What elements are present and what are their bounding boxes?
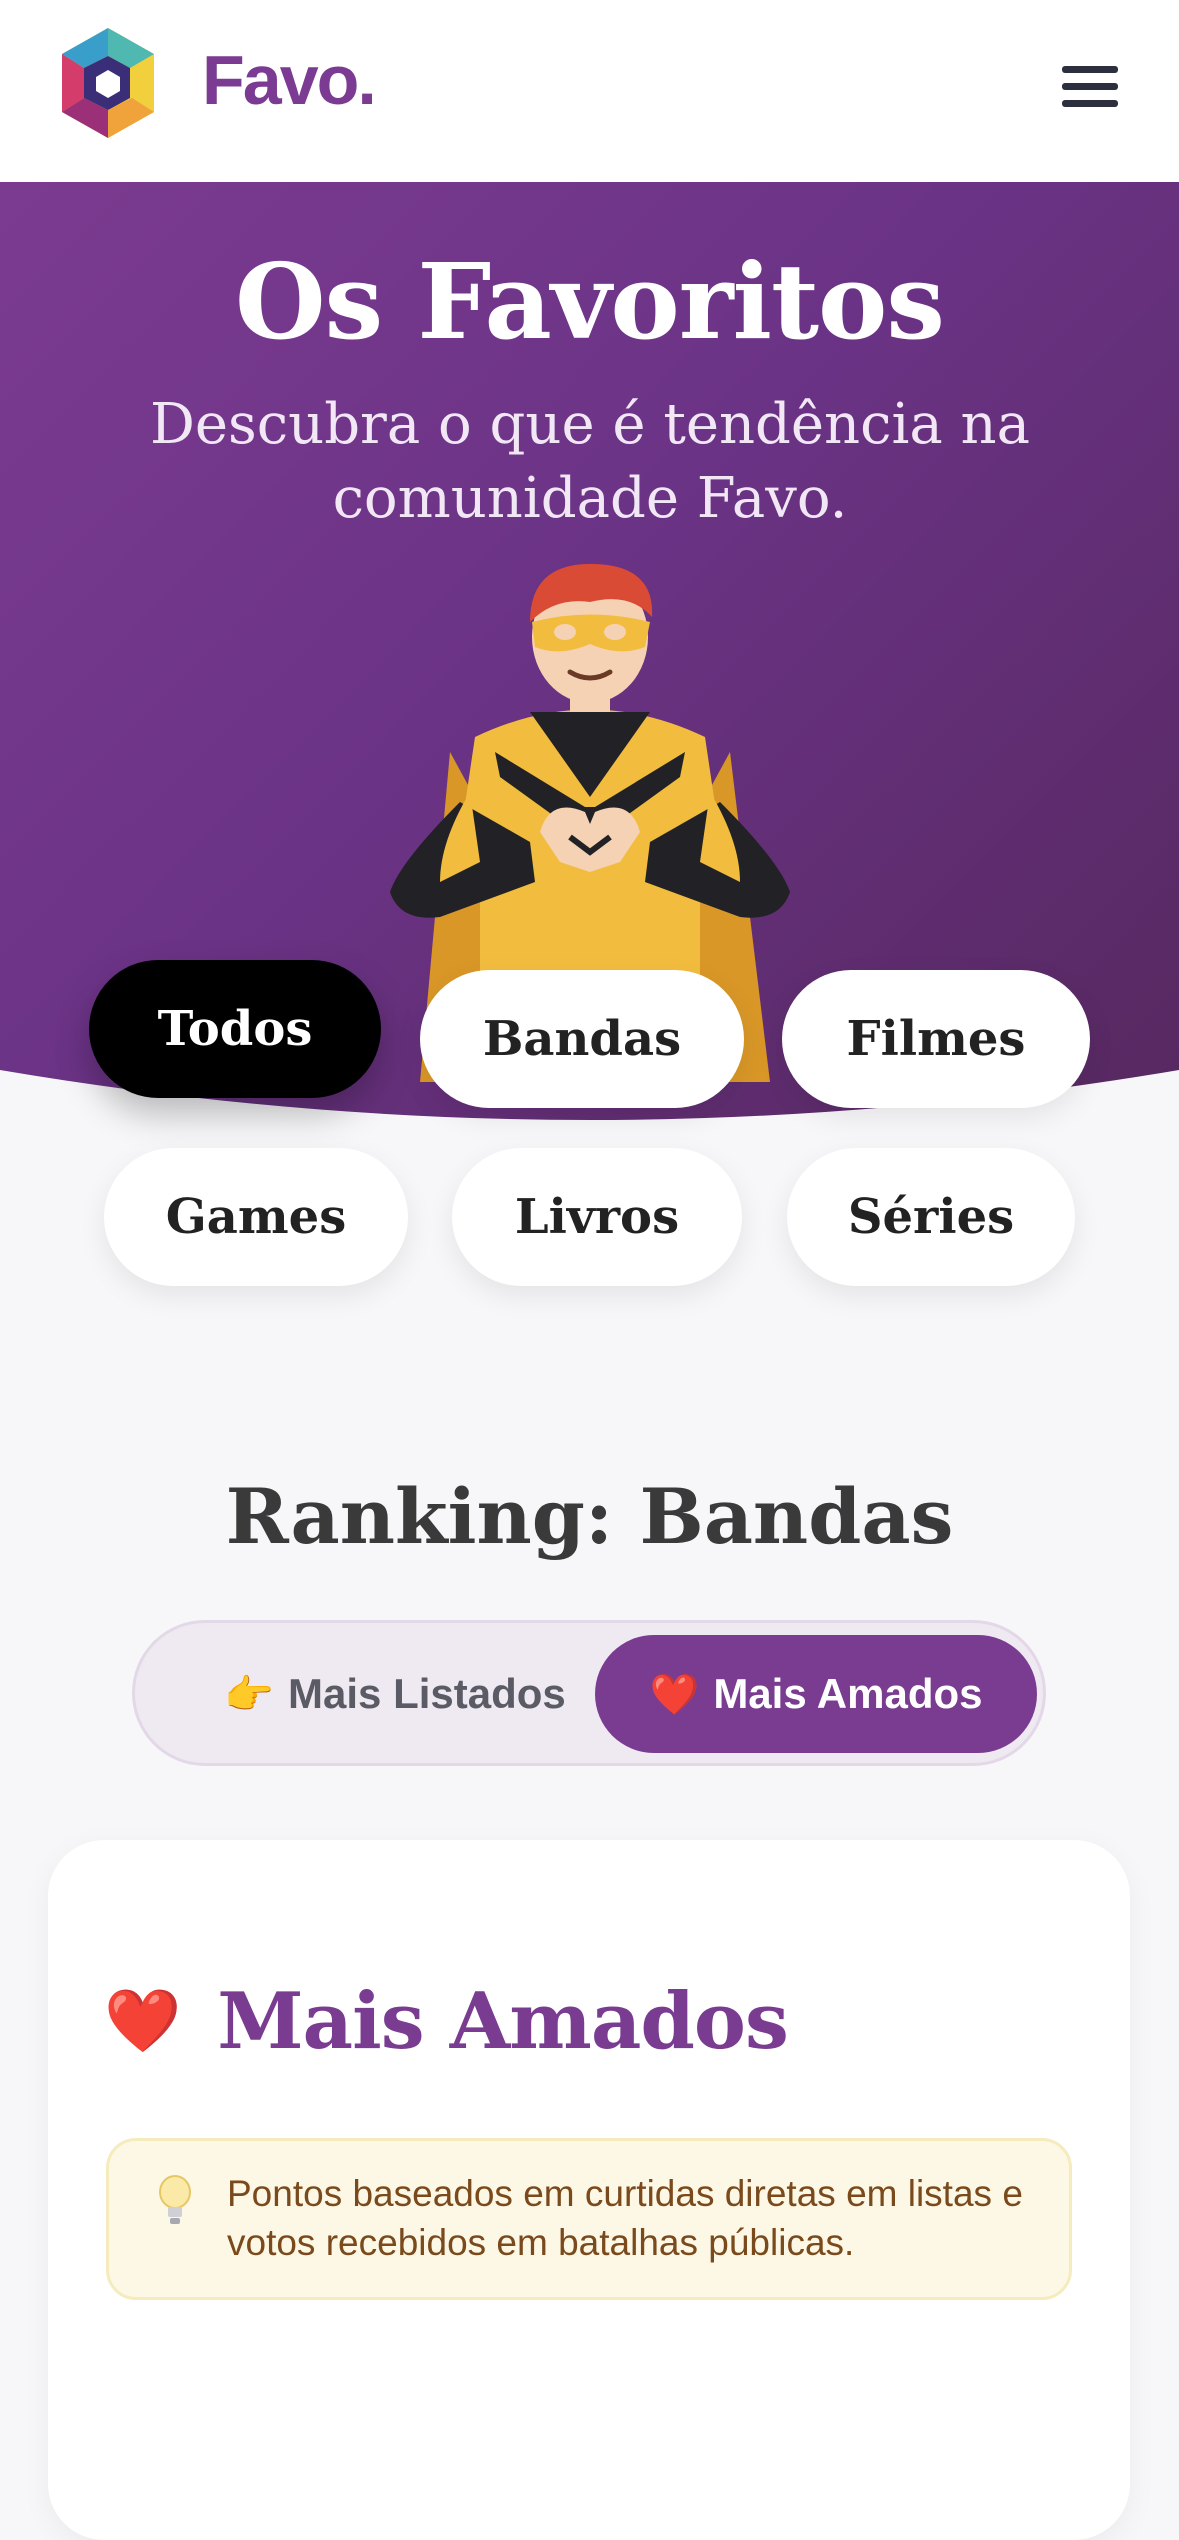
filter-pill-series[interactable]: Séries xyxy=(787,1148,1075,1286)
filter-pill-games[interactable]: Games xyxy=(104,1148,408,1286)
filter-pill-filmes[interactable]: Filmes xyxy=(782,970,1090,1108)
hero-title: Os Favoritos xyxy=(235,240,945,363)
info-text: Pontos baseados em curtidas diretas em l… xyxy=(227,2173,1023,2263)
heart-icon: ❤️ xyxy=(649,1672,700,1717)
most-loved-tab[interactable]: ❤️ Mais Amados xyxy=(595,1635,1037,1753)
lightbulb-icon xyxy=(159,2175,191,2224)
hamburger-menu-icon[interactable] xyxy=(1062,66,1118,114)
hero-subtitle: Descubra o que é tendência na comunidade… xyxy=(150,392,1031,531)
info-notice: Pontos baseados em curtidas diretas em l… xyxy=(106,2138,1072,2300)
ranking-card: ❤️ Mais Amados Pontos baseados em curtid… xyxy=(48,1840,1130,2540)
filter-pill-bandas[interactable]: Bandas xyxy=(420,970,744,1108)
brand-name[interactable]: Favo. xyxy=(202,40,377,120)
most-loved-label: Mais Amados xyxy=(713,1670,983,1717)
ranking-title: Ranking: Bandas xyxy=(225,1472,954,1561)
card-title: Mais Amados xyxy=(217,1976,789,2067)
filter-pill-livros[interactable]: Livros xyxy=(452,1148,742,1286)
filter-pill-todos[interactable]: Todos xyxy=(89,960,381,1098)
most-listed-tab[interactable]: 👉 Mais Listados xyxy=(185,1635,605,1753)
most-listed-label: Mais Listados xyxy=(288,1670,566,1717)
heart-icon: ❤️ xyxy=(104,1987,182,2056)
ranking-mode-toggle: 👉 Mais Listados ❤️ Mais Amados xyxy=(132,1620,1046,1766)
pointing-hand-icon: 👉 xyxy=(224,1672,275,1717)
top-navigation-bar: Favo. xyxy=(0,0,1179,182)
card-heading: ❤️ Mais Amados xyxy=(104,1976,789,2067)
favo-logo-icon[interactable] xyxy=(54,24,162,142)
